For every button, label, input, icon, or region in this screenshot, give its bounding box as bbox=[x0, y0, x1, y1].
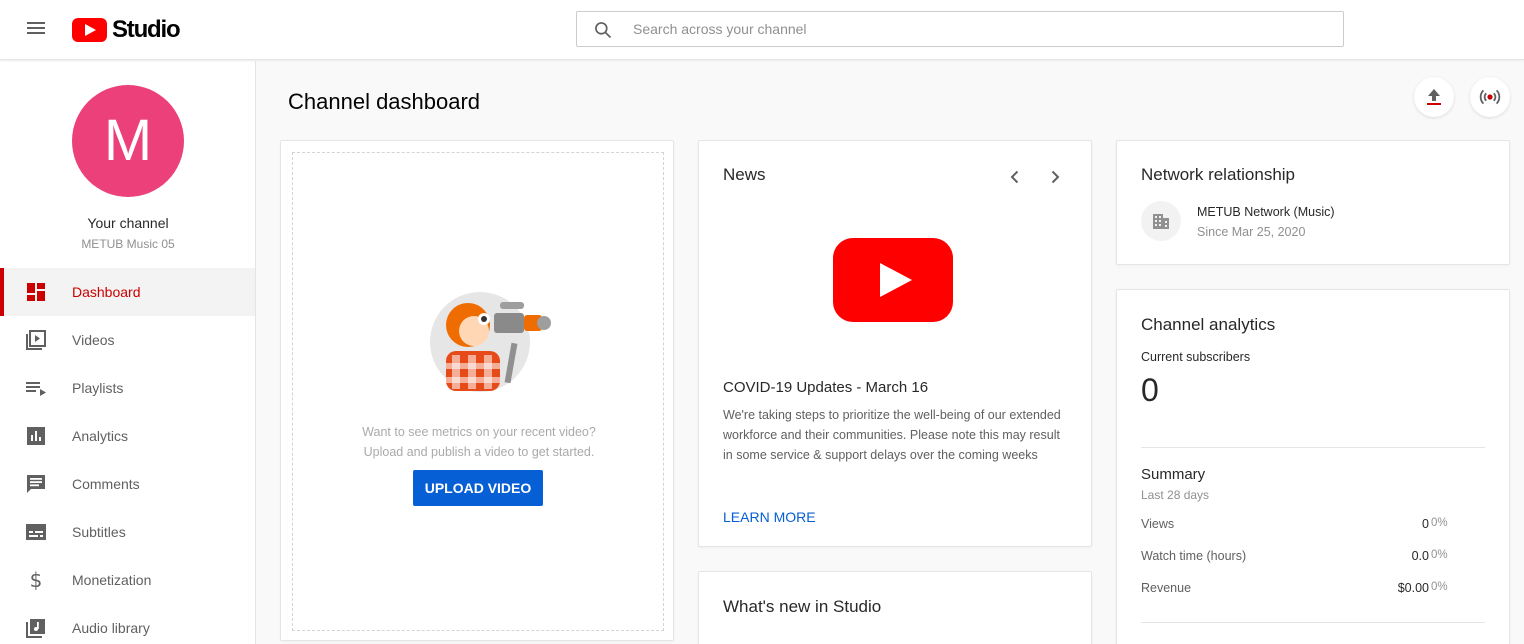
news-card: News COVID-19 Updates - March 16 We're t… bbox=[698, 140, 1092, 547]
whats-new-title: What's new in Studio bbox=[723, 597, 882, 616]
sidebar-item-playlists[interactable]: Playlists bbox=[0, 364, 255, 412]
youtube-logo-icon bbox=[72, 18, 107, 42]
comments-icon bbox=[27, 475, 45, 493]
top-bar: Studio bbox=[0, 0, 1524, 60]
audio-library-icon bbox=[26, 619, 45, 638]
subscribers-count: 0 bbox=[1141, 372, 1159, 408]
upload-button[interactable] bbox=[1414, 77, 1454, 117]
search-box[interactable] bbox=[576, 11, 1344, 47]
sidebar-item-monetization[interactable]: $ Monetization bbox=[0, 556, 255, 604]
summary-title: Summary bbox=[1141, 466, 1206, 483]
search-input[interactable] bbox=[633, 18, 1313, 40]
channel-analytics-card: Channel analytics Current subscribers 0 … bbox=[1116, 289, 1510, 644]
videos-icon bbox=[26, 330, 46, 350]
metric-row-views: Views 0 0% bbox=[1141, 517, 1485, 537]
sidebar: M Your channel METUB Music 05 Dashboard … bbox=[0, 61, 256, 644]
network-relationship-card: Network relationship METUB Network (Musi… bbox=[1116, 140, 1510, 265]
channel-title: Your channel bbox=[87, 215, 169, 231]
sidebar-item-label: Analytics bbox=[72, 428, 129, 444]
sidebar-item-comments[interactable]: Comments bbox=[0, 460, 255, 508]
sidebar-item-label: Playlists bbox=[72, 380, 124, 396]
learn-more-link[interactable]: LEARN MORE bbox=[723, 509, 816, 525]
metric-value: 0 bbox=[1422, 517, 1429, 531]
subtitles-icon bbox=[26, 524, 46, 540]
channel-name: METUB Music 05 bbox=[81, 237, 175, 251]
upload-icon bbox=[1427, 89, 1441, 105]
chevron-left-icon[interactable] bbox=[1003, 165, 1027, 189]
metric-value: 0.0 bbox=[1411, 549, 1429, 563]
sidebar-item-subtitles[interactable]: Subtitles bbox=[0, 508, 255, 556]
sidebar-item-label: Monetization bbox=[72, 572, 152, 588]
empty-state-line: Want to see metrics on your recent video… bbox=[362, 425, 596, 439]
sidebar-item-dashboard[interactable]: Dashboard bbox=[0, 268, 255, 316]
page-title: Channel dashboard bbox=[288, 89, 481, 114]
youtube-play-icon bbox=[833, 238, 953, 322]
logo-text: Studio bbox=[112, 16, 181, 43]
search-icon[interactable] bbox=[593, 20, 613, 40]
divider bbox=[1141, 447, 1485, 448]
empty-state-text: Want to see metrics on your recent video… bbox=[293, 422, 665, 462]
metric-row-revenue: Revenue $0.00 0% bbox=[1141, 581, 1485, 601]
sidebar-item-label: Audio library bbox=[72, 620, 150, 636]
metric-change: 0% bbox=[1431, 517, 1448, 529]
network-avatar bbox=[1141, 201, 1181, 241]
summary-period: Last 28 days bbox=[1141, 488, 1210, 502]
sidebar-item-label: Videos bbox=[72, 332, 115, 348]
network-since: Since Mar 25, 2020 bbox=[1197, 225, 1306, 239]
monetization-icon: $ bbox=[30, 568, 43, 592]
metric-change: 0% bbox=[1431, 581, 1448, 593]
chevron-right-icon[interactable] bbox=[1043, 165, 1067, 189]
svg-text:$: $ bbox=[30, 568, 43, 592]
news-headline: COVID-19 Updates - March 16 bbox=[723, 379, 929, 396]
studio-logo[interactable]: Studio bbox=[72, 15, 181, 45]
news-body: We're taking steps to prioritize the wel… bbox=[723, 408, 1061, 462]
network-title: Network relationship bbox=[1141, 165, 1296, 184]
building-icon bbox=[1153, 214, 1169, 229]
metric-label: Revenue bbox=[1141, 581, 1192, 595]
empty-state-line: Upload and publish a video to get starte… bbox=[363, 445, 595, 459]
metric-label: Views bbox=[1141, 517, 1175, 531]
divider bbox=[1141, 622, 1485, 623]
dashboard-icon bbox=[27, 283, 45, 301]
sidebar-item-label: Subtitles bbox=[72, 524, 126, 540]
whats-new-card: What's new in Studio bbox=[698, 571, 1092, 644]
sidebar-nav: Dashboard Videos Playlists Analytics Com… bbox=[0, 268, 255, 644]
news-title: News bbox=[723, 165, 766, 184]
upload-video-button[interactable]: UPLOAD VIDEO bbox=[413, 470, 543, 506]
latest-video-card: Want to see metrics on your recent video… bbox=[280, 140, 674, 641]
avatar[interactable]: M bbox=[72, 85, 184, 197]
metric-change: 0% bbox=[1431, 549, 1448, 561]
metric-value: $0.00 bbox=[1397, 581, 1429, 595]
sidebar-item-audio-library[interactable]: Audio library bbox=[0, 604, 255, 644]
analytics-icon bbox=[27, 427, 45, 445]
upload-placeholder: Want to see metrics on your recent video… bbox=[292, 152, 664, 631]
sidebar-item-label: Dashboard bbox=[72, 284, 141, 300]
subscribers-label: Current subscribers bbox=[1141, 350, 1251, 364]
hamburger-icon[interactable] bbox=[24, 19, 48, 41]
sidebar-item-analytics[interactable]: Analytics bbox=[0, 412, 255, 460]
analytics-title: Channel analytics bbox=[1141, 315, 1276, 334]
metric-label: Watch time (hours) bbox=[1141, 549, 1247, 563]
sidebar-item-label: Comments bbox=[72, 476, 140, 492]
go-live-button[interactable] bbox=[1470, 77, 1510, 117]
sidebar-item-videos[interactable]: Videos bbox=[0, 316, 255, 364]
metric-row-watch-time: Watch time (hours) 0.0 0% bbox=[1141, 549, 1485, 569]
playlists-icon bbox=[26, 382, 46, 396]
videographer-illustration-icon bbox=[430, 292, 551, 392]
network-name: METUB Network (Music) bbox=[1197, 205, 1335, 219]
go-live-icon bbox=[1479, 89, 1501, 105]
